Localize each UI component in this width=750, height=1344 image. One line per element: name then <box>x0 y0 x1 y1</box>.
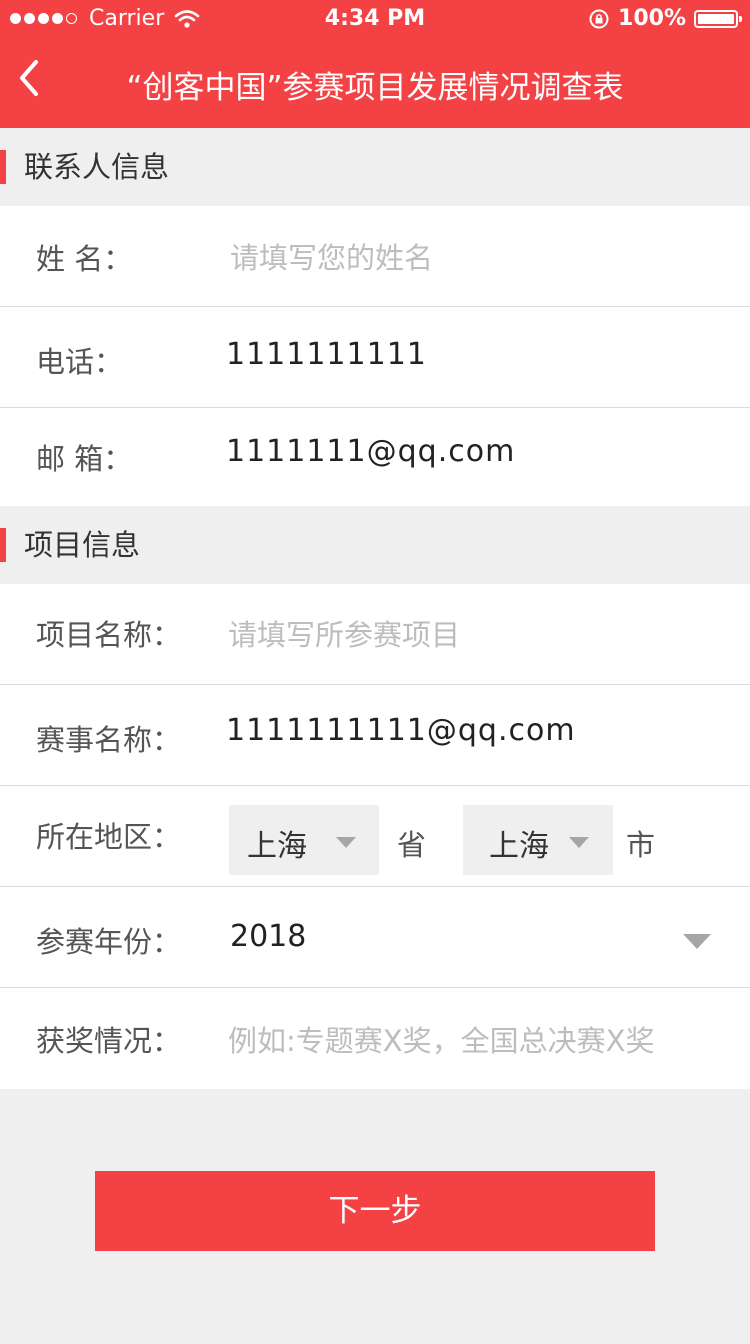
city-value: 上海 <box>489 829 549 864</box>
section-contact-title: 联系人信息 <box>0 128 750 206</box>
app-header: Carrier 4:34 PM 100% “创客中国”参赛项目发展情况调查表 <box>0 0 750 128</box>
section-contact-label: 联系人信息 <box>24 150 170 184</box>
rotation-lock-icon <box>589 9 609 28</box>
section-accent-bar <box>0 528 6 562</box>
section-project-label: 项目信息 <box>24 528 141 562</box>
project-name-input[interactable]: 请填写所参赛项目 <box>228 612 460 654</box>
event-name-row: 赛事名称： 1111111111@qq.com <box>0 685 750 786</box>
phone-label: 电话： <box>36 345 124 379</box>
name-input[interactable]: 请填写您的姓名 <box>230 235 433 277</box>
email-label: 邮 箱： <box>36 442 133 476</box>
award-label: 获奖情况： <box>36 1024 182 1058</box>
contact-card: 姓 名： 请填写您的姓名 电话： 1111111111 邮 箱： 1111111… <box>0 206 750 506</box>
email-input[interactable]: 1111111@qq.com <box>226 434 515 469</box>
email-row: 邮 箱： 1111111@qq.com <box>0 408 750 506</box>
region-label: 所在地区： <box>36 820 182 854</box>
chevron-down-icon[interactable] <box>683 934 711 949</box>
year-label: 参赛年份： <box>36 925 182 959</box>
province-select[interactable]: 上海 <box>229 805 379 875</box>
project-card: 项目名称： 请填写所参赛项目 赛事名称： 1111111111@qq.com 所… <box>0 584 750 1089</box>
section-project-title: 项目信息 <box>0 506 750 584</box>
battery-icon <box>694 9 742 28</box>
city-unit: 市 <box>626 828 656 862</box>
chevron-down-icon <box>569 837 589 848</box>
project-name-label: 项目名称： <box>36 618 182 652</box>
city-select[interactable]: 上海 <box>463 805 613 875</box>
section-accent-bar <box>0 150 6 184</box>
next-step-button[interactable]: 下一步 <box>95 1171 655 1251</box>
province-value: 上海 <box>247 829 307 864</box>
event-name-label: 赛事名称： <box>36 723 182 757</box>
event-name-input[interactable]: 1111111111@qq.com <box>226 713 576 748</box>
page-title: “创客中国”参赛项目发展情况调查表 <box>126 70 624 106</box>
name-label: 姓 名： <box>36 242 133 276</box>
region-row: 所在地区： 上海 省 上海 市 <box>0 786 750 887</box>
award-row: 获奖情况： 例如:专题赛X奖，全国总决赛X奖 <box>0 988 750 1089</box>
phone-row: 电话： 1111111111 <box>0 307 750 408</box>
province-unit: 省 <box>397 828 427 862</box>
year-row[interactable]: 参赛年份： 2018 <box>0 887 750 988</box>
name-row: 姓 名： 请填写您的姓名 <box>0 206 750 307</box>
award-input[interactable]: 例如:专题赛X奖，全国总决赛X奖 <box>228 1018 655 1060</box>
chevron-down-icon <box>336 837 356 848</box>
status-right: 100% <box>588 6 742 31</box>
status-bar: Carrier 4:34 PM 100% <box>0 0 750 40</box>
battery-percent: 100% <box>618 6 686 31</box>
project-name-row: 项目名称： 请填写所参赛项目 <box>0 584 750 685</box>
phone-input[interactable]: 1111111111 <box>226 337 427 372</box>
year-select[interactable]: 2018 <box>230 919 306 954</box>
